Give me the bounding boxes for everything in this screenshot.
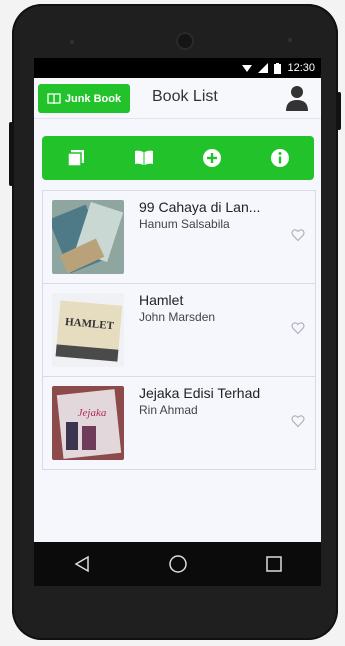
status-time: 12:30 bbox=[287, 62, 315, 74]
home-icon[interactable] bbox=[168, 554, 188, 574]
user-icon[interactable] bbox=[285, 85, 309, 111]
heart-icon[interactable] bbox=[291, 414, 305, 428]
heart-icon[interactable] bbox=[291, 228, 305, 242]
app-bar: Junk Book Book List bbox=[34, 78, 321, 119]
signal-icon bbox=[258, 63, 269, 73]
cover-text: Jejaka bbox=[78, 407, 107, 419]
list-item[interactable]: 99 Cahaya di Lan... Hanum Salsabila bbox=[43, 191, 315, 284]
heart-icon[interactable] bbox=[291, 321, 305, 335]
book-open-icon[interactable] bbox=[132, 146, 156, 170]
status-bar: 12:30 bbox=[34, 58, 321, 78]
page-title: Book List bbox=[152, 88, 218, 105]
book-list: 99 Cahaya di Lan... Hanum Salsabila HAML… bbox=[42, 190, 316, 470]
action-toolbar bbox=[42, 136, 314, 180]
stack-icon[interactable] bbox=[64, 146, 88, 170]
app-screen: 12:30 Junk Book Book List 99 Cahaya di L… bbox=[34, 58, 321, 586]
book-cover-image bbox=[52, 200, 124, 274]
brand-button[interactable]: Junk Book bbox=[38, 84, 130, 113]
battery-icon bbox=[274, 62, 282, 74]
wifi-icon bbox=[242, 65, 253, 72]
brand-label: Junk Book bbox=[64, 92, 122, 105]
list-item[interactable]: HAMLET Hamlet John Marsden bbox=[43, 284, 315, 377]
book-author: Rin Ahmad bbox=[139, 403, 198, 417]
book-icon bbox=[47, 92, 61, 104]
info-icon[interactable] bbox=[268, 146, 292, 170]
back-icon[interactable] bbox=[73, 555, 91, 573]
system-nav-bar bbox=[34, 542, 321, 586]
sensor-dot bbox=[288, 38, 292, 42]
book-cover-image: HAMLET bbox=[52, 293, 124, 367]
book-title: Jejaka Edisi Terhad bbox=[139, 385, 261, 401]
plus-circle-icon[interactable] bbox=[200, 146, 224, 170]
book-author: John Marsden bbox=[139, 310, 216, 324]
front-camera bbox=[178, 34, 192, 48]
sensor-dot bbox=[70, 40, 74, 44]
list-item[interactable]: Jejaka Jejaka Edisi Terhad Rin Ahmad bbox=[43, 377, 315, 469]
book-title: 99 Cahaya di Lan... bbox=[139, 199, 261, 215]
book-title: Hamlet bbox=[139, 292, 184, 308]
book-cover-image: Jejaka bbox=[52, 386, 124, 460]
power-button bbox=[337, 92, 341, 130]
recents-icon[interactable] bbox=[266, 556, 282, 572]
volume-button bbox=[9, 122, 13, 186]
book-author: Hanum Salsabila bbox=[139, 217, 230, 231]
